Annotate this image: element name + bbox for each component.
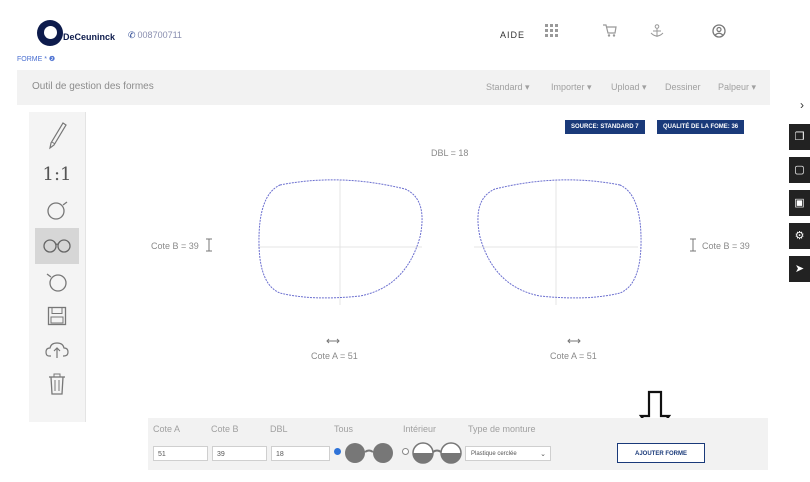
half-frame-glasses-icon: [412, 442, 462, 464]
user-icon[interactable]: [712, 24, 726, 41]
cote-a-label: Cote A: [153, 424, 181, 434]
phone-number[interactable]: ✆ 008700711: [128, 30, 182, 41]
page-title: Outil de gestion des formes: [32, 81, 154, 92]
pen-icon[interactable]: [35, 118, 79, 154]
send-icon[interactable]: ➤: [789, 256, 810, 282]
tous-label: Tous: [334, 424, 354, 434]
lens-shapes-preview: [258, 179, 642, 305]
source-badge: SOURCE: STANDARD 7: [565, 120, 645, 134]
dbl-input[interactable]: 18: [271, 446, 330, 461]
cote-b-input[interactable]: 39: [212, 446, 267, 461]
save-icon[interactable]: ▣: [789, 190, 810, 216]
anchor-icon[interactable]: [650, 24, 664, 41]
vertical-measure-icon: [206, 238, 212, 252]
single-lens-icon[interactable]: [35, 192, 79, 228]
settings-icon[interactable]: ⚙: [789, 223, 810, 249]
upload-icon[interactable]: [35, 332, 79, 368]
glasses-icon[interactable]: [35, 228, 79, 264]
cote-a-right-label: Cote A = 51: [550, 351, 597, 361]
full-frame-glasses-icon: [345, 443, 393, 463]
menu-dessiner[interactable]: Dessiner: [665, 82, 701, 92]
file-icon[interactable]: ▢: [789, 157, 810, 183]
chevron-down-icon: ⌄: [540, 451, 546, 458]
save-icon[interactable]: [35, 298, 79, 334]
scale-label: 1:1: [42, 163, 72, 185]
dbl-label: DBL: [270, 424, 288, 434]
frame-type-select[interactable]: Plastique cerclée ⌄: [465, 446, 551, 461]
horizontal-measure-icon: [567, 338, 581, 344]
copy-icon[interactable]: ❐: [789, 124, 810, 150]
horizontal-measure-icon: [326, 338, 340, 344]
phone-icon: ✆: [128, 30, 136, 40]
help-link[interactable]: AIDE: [500, 30, 525, 40]
phone-text: 008700711: [137, 30, 182, 40]
cote-a-input[interactable]: 51: [153, 446, 208, 461]
logo-mark: [37, 20, 63, 46]
cote-a-left-label: Cote A = 51: [311, 351, 358, 361]
trash-icon[interactable]: [35, 366, 79, 402]
collapse-chevron-icon[interactable]: ›: [800, 98, 804, 112]
shape-tool-header: Outil de gestion des formes Standard ▾ I…: [17, 70, 770, 105]
dbl-measure-label: DBL = 18: [431, 148, 469, 158]
right-lens-outline: [477, 179, 642, 299]
menu-standard[interactable]: Standard ▾: [486, 82, 530, 93]
forme-section-label: FORME * ❷: [17, 56, 56, 63]
grid-icon[interactable]: [545, 24, 558, 40]
frame-type-value: Plastique cerclée: [471, 451, 517, 457]
cote-b-right-label: Cote B = 39: [702, 241, 750, 251]
interieur-label: Intérieur: [403, 424, 437, 434]
cart-icon[interactable]: [603, 24, 617, 40]
menu-upload[interactable]: Upload ▾: [611, 82, 647, 93]
cote-b-label: Cote B: [211, 424, 239, 434]
radio-tous[interactable]: [334, 448, 341, 455]
vertical-measure-icon: [690, 238, 696, 252]
menu-importer[interactable]: Importer ▾: [551, 82, 592, 93]
radio-interieur[interactable]: [402, 448, 409, 455]
cote-b-left-label: Cote B = 39: [151, 241, 199, 251]
scale-icon[interactable]: 1:1: [35, 156, 79, 192]
shape-form: Cote A Cote B DBL Tous Intérieur Type de…: [148, 418, 768, 470]
menu-palpeur[interactable]: Palpeur ▾: [718, 82, 756, 93]
add-shape-button[interactable]: AJOUTER FORME: [617, 443, 705, 463]
type-monture-label: Type de monture: [468, 424, 536, 434]
left-lens-outline: [258, 179, 423, 299]
quality-badge: QUALITÉ DE LA FOME: 36: [657, 120, 745, 134]
rotate-lens-icon[interactable]: [35, 264, 79, 300]
logo-text: DeCeuninck: [63, 32, 116, 42]
shape-toolbar: 1:1: [29, 112, 86, 422]
